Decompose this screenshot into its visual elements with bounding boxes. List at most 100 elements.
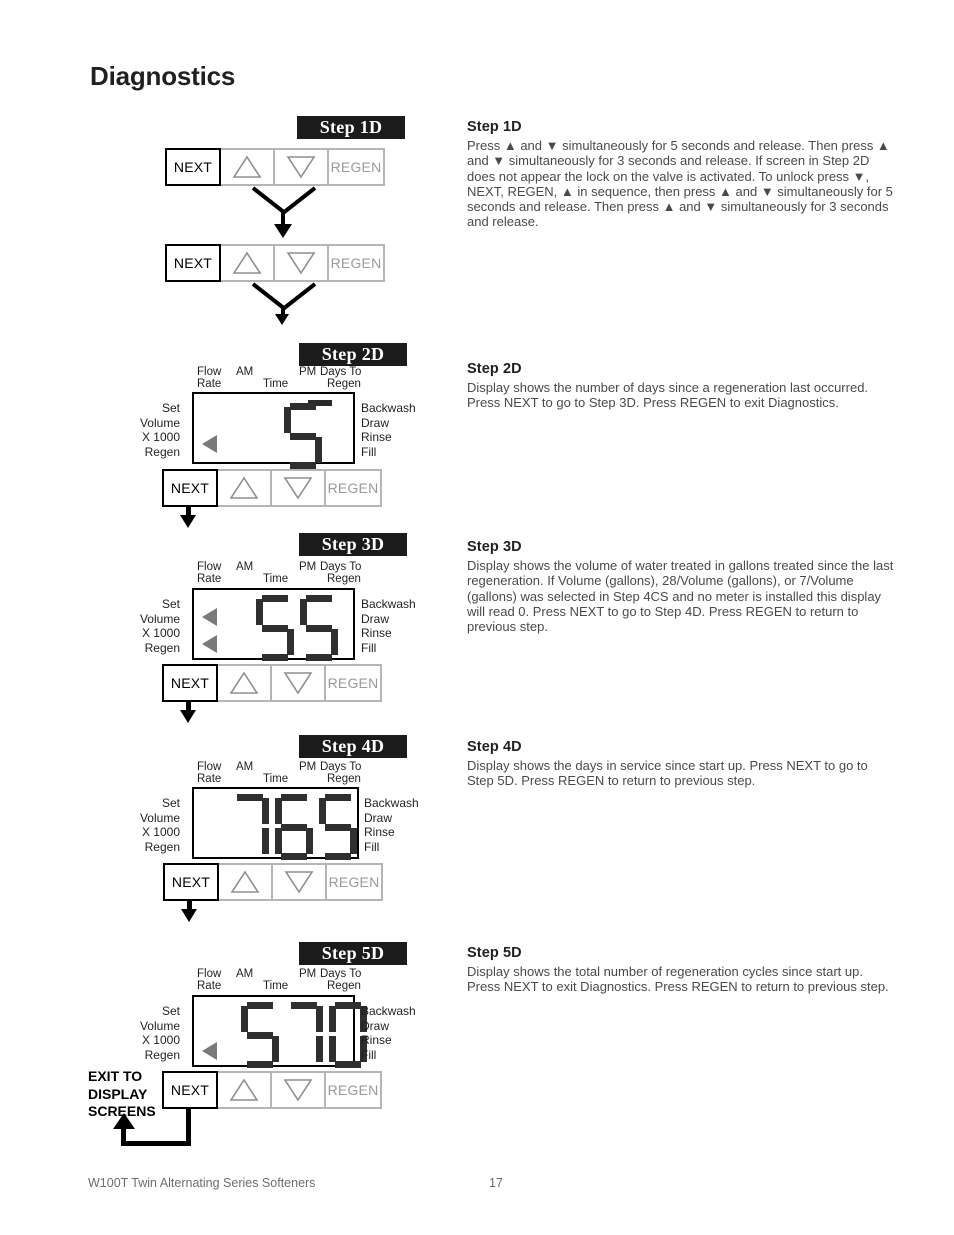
triangle-down-icon (283, 672, 313, 695)
next-button[interactable]: NEXT (165, 148, 221, 186)
down-button[interactable] (270, 1071, 326, 1109)
down-button[interactable] (270, 664, 326, 702)
arrow-down-icon (180, 515, 196, 528)
up-button[interactable] (216, 664, 272, 702)
down-button[interactable] (273, 148, 329, 186)
up-button[interactable] (219, 148, 275, 186)
connector-line (281, 282, 317, 311)
step-3d-heading: Step 3D (467, 539, 522, 555)
label-set: Set (161, 401, 180, 415)
triangle-up-icon (232, 251, 262, 274)
indicator-arrow-regen (202, 635, 217, 653)
indicator-arrow-regen (202, 1042, 217, 1060)
triangle-down-icon (286, 252, 316, 275)
label-fill: Fill (361, 444, 377, 459)
label-set: Set (161, 796, 180, 810)
label-backwash: Backwash (361, 597, 416, 611)
label-am: AM (236, 366, 254, 378)
indicator-arrow-volume (202, 608, 217, 626)
step-3d-body: Display shows the volume of water treate… (467, 558, 894, 635)
label-rate: Rate (197, 378, 222, 390)
label-flow: Flow (197, 968, 222, 980)
keypad-4d[interactable]: NEXT REGEN (163, 863, 383, 901)
keypad-1d-top[interactable]: NEXT REGEN (165, 148, 385, 186)
up-button[interactable] (219, 244, 275, 282)
label-backwash: Backwash (361, 401, 416, 415)
next-button[interactable]: NEXT (165, 244, 221, 282)
step-4d-text: Step 4D Display shows the days in servic… (467, 739, 897, 789)
label-x1000: X 1000 (141, 430, 180, 444)
down-button[interactable] (271, 863, 327, 901)
label-volume: Volume (139, 415, 180, 430)
regen-button[interactable]: REGEN (324, 469, 382, 507)
label-pm: PM (299, 366, 317, 378)
keypad-5d[interactable]: NEXT REGEN (162, 1071, 382, 1109)
regen-button[interactable]: REGEN (327, 244, 385, 282)
regen-button[interactable]: REGEN (324, 1071, 382, 1109)
exit-label-line1: EXIT TO (88, 1068, 143, 1084)
arrow-down-icon (180, 710, 196, 723)
step-2d-text: Step 2D Display shows the number of days… (467, 361, 897, 411)
label-pm: PM (299, 561, 317, 573)
label-regen-top: Regen (327, 773, 361, 785)
lcd-screen (192, 588, 355, 661)
arrow-down-icon (275, 314, 289, 325)
exit-path-line (121, 1141, 191, 1146)
step-1d-body: Press ▲ and ▼ simultaneously for 5 secon… (467, 138, 893, 230)
step-1d-text: Step 1D Press ▲ and ▼ simultaneously for… (467, 119, 897, 230)
up-button[interactable] (216, 1071, 272, 1109)
regen-button[interactable]: REGEN (324, 664, 382, 702)
label-pm: PM (299, 968, 317, 980)
label-days-to: Days To (320, 761, 362, 773)
lcd-screen (192, 392, 355, 469)
seven-seg-digit (241, 1002, 279, 1068)
label-volume: Volume (139, 611, 180, 626)
regen-button[interactable]: REGEN (327, 148, 385, 186)
step-4d-body: Display shows the days in service since … (467, 758, 868, 789)
triangle-down-icon (283, 1079, 313, 1102)
exit-path-line (186, 1109, 191, 1145)
label-am: AM (236, 561, 254, 573)
next-button[interactable]: NEXT (162, 1071, 218, 1109)
next-button[interactable]: NEXT (163, 863, 219, 901)
step-5d-heading: Step 5D (467, 945, 522, 961)
label-pm: PM (299, 761, 317, 773)
label-rate: Rate (197, 980, 222, 992)
exit-path-line (121, 1128, 126, 1146)
footer-title: W100T Twin Alternating Series Softeners (88, 1176, 316, 1190)
lcd-screen (192, 995, 367, 1068)
footer-page-number: 17 (489, 1176, 503, 1190)
step-badge-2d: Step 2D (299, 343, 407, 366)
next-button[interactable]: NEXT (162, 469, 218, 507)
triangle-up-icon (230, 870, 260, 893)
label-days-to: Days To (320, 968, 362, 980)
label-fill: Fill (364, 839, 380, 854)
label-time: Time (263, 980, 289, 992)
keypad-3d[interactable]: NEXT REGEN (162, 664, 382, 702)
keypad-2d[interactable]: NEXT REGEN (162, 469, 382, 507)
label-rate: Rate (197, 773, 222, 785)
keypad-1d-bottom[interactable]: NEXT REGEN (165, 244, 385, 282)
regen-button[interactable]: REGEN (325, 863, 383, 901)
seven-seg-digit (256, 595, 294, 661)
triangle-down-icon (283, 477, 313, 500)
triangle-up-icon (229, 1078, 259, 1101)
label-time: Time (263, 378, 289, 390)
exit-label-line2: DISPLAY (88, 1085, 148, 1102)
label-draw: Draw (364, 810, 393, 825)
label-set: Set (161, 1004, 180, 1018)
step-2d-body: Display shows the number of days since a… (467, 380, 869, 411)
up-button[interactable] (216, 469, 272, 507)
down-button[interactable] (273, 244, 329, 282)
up-button[interactable] (217, 863, 273, 901)
label-regen-left: Regen (144, 640, 180, 655)
label-days-to: Days To (320, 561, 362, 573)
lcd-right-labels: Backwash Draw Rinse Fill (361, 597, 416, 655)
next-button[interactable]: NEXT (162, 664, 218, 702)
lcd-screen (192, 787, 359, 860)
down-button[interactable] (270, 469, 326, 507)
lcd-left-labels: Set Volume X 1000 Regen (108, 401, 180, 459)
step-1d-heading: Step 1D (467, 119, 522, 135)
page-title: Diagnostics (90, 61, 236, 91)
triangle-down-icon (286, 156, 316, 179)
